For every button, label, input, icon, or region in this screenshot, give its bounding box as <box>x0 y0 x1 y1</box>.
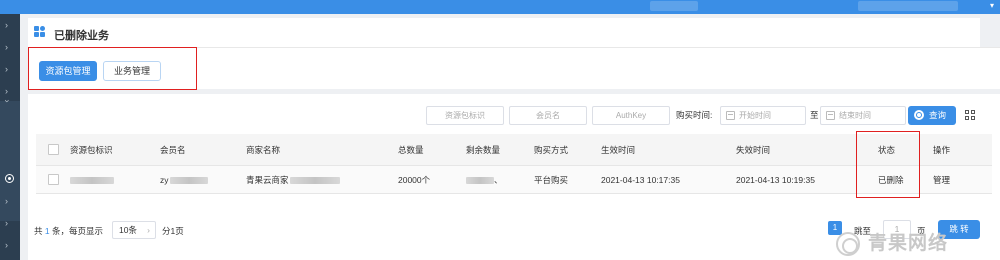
search-icon <box>914 110 924 120</box>
calendar-icon <box>726 111 735 120</box>
table-row[interactable]: zy 青果云商家 20000个 、 平台购买 2021-04-13 10:17:… <box>36 166 992 194</box>
sidebar-active-item-icon[interactable] <box>5 174 14 183</box>
member-input[interactable]: 会员名 <box>509 106 587 125</box>
main-area: 已删除业务 资源包管理 业务管理 资源包标识 会员名 AuthKey 购买时间:… <box>20 14 1000 260</box>
column-header: 商家名称 <box>246 145 281 155</box>
search-button[interactable]: 查询 <box>908 106 956 125</box>
column-header: 生效时间 <box>601 145 636 155</box>
column-header: 失效时间 <box>736 145 771 155</box>
chevron-right-icon[interactable]: › <box>5 20 8 30</box>
expire-time-cell: 2021-04-13 10:19:35 <box>736 175 815 185</box>
data-table: 资源包标识 会员名 商家名称 总数量 剩余数量 购买方式 生效时间 失效时间 状… <box>36 134 992 194</box>
column-header: 购买方式 <box>534 145 569 155</box>
chevron-right-icon[interactable]: › <box>5 196 8 206</box>
top-nav-button[interactable] <box>650 1 698 11</box>
select-all-checkbox[interactable] <box>48 144 59 155</box>
purchase-method-cell: 平台购买 <box>534 175 569 185</box>
chevron-right-icon[interactable]: › <box>5 64 8 74</box>
start-time-placeholder: 开始时间 <box>739 111 771 120</box>
column-header: 操作 <box>933 145 951 155</box>
member-cell: zy <box>160 174 208 186</box>
chevron-down-icon[interactable]: › <box>3 100 13 103</box>
watermark-text: 青果网络 <box>868 233 949 254</box>
authkey-input[interactable]: AuthKey <box>592 106 670 125</box>
chevron-right-icon[interactable]: › <box>5 42 8 52</box>
grid-settings-icon[interactable] <box>965 110 976 121</box>
manage-link[interactable]: 管理 <box>933 174 950 186</box>
effective-time-cell: 2021-04-13 10:17:35 <box>601 175 680 185</box>
sidebar-active-group <box>0 101 20 221</box>
search-button-label: 查询 <box>929 110 947 120</box>
column-header: 会员名 <box>160 145 186 155</box>
watermark: 青果网络 <box>836 228 1000 260</box>
column-header: 剩余数量 <box>466 145 501 155</box>
chevron-right-icon[interactable]: › <box>5 86 8 96</box>
chevron-right-icon: › <box>147 225 150 235</box>
column-header: 资源包标识 <box>70 145 113 155</box>
calendar-icon <box>826 111 835 120</box>
package-id-input[interactable]: 资源包标识 <box>426 106 504 125</box>
table-header: 资源包标识 会员名 商家名称 总数量 剩余数量 购买方式 生效时间 失效时间 状… <box>36 134 992 166</box>
highlight-box <box>856 131 920 198</box>
package-id-cell <box>70 174 114 186</box>
end-time-placeholder: 结束时间 <box>839 111 871 120</box>
end-time-input[interactable]: 结束时间 <box>820 106 906 125</box>
highlight-box <box>28 47 197 90</box>
page-title: 已删除业务 <box>54 30 109 42</box>
range-separator: 至 <box>810 110 819 120</box>
purchase-time-label: 购买时间: <box>676 110 713 120</box>
start-time-input[interactable]: 开始时间 <box>720 106 806 125</box>
total-cell: 20000个 <box>398 175 431 185</box>
watermark-logo-icon <box>836 232 860 256</box>
page-size-select[interactable]: 10条 › <box>112 221 156 239</box>
page-header: 已删除业务 <box>28 18 980 48</box>
top-nav-user[interactable] <box>858 1 958 11</box>
chevron-down-icon[interactable]: ▾ <box>990 0 994 12</box>
column-header: 总数量 <box>398 145 424 155</box>
pages-text: 分1页 <box>162 226 184 236</box>
sidebar: › › › › › › › › <box>0 14 20 260</box>
chevron-right-icon[interactable]: › <box>5 218 8 228</box>
top-nav-bar: ▾ <box>0 0 1000 14</box>
chevron-right-icon[interactable]: › <box>5 240 8 250</box>
merchant-cell: 青果云商家 <box>246 174 340 186</box>
row-checkbox[interactable] <box>48 174 59 185</box>
total-text: 共 1 条，每页显示 <box>34 226 104 236</box>
remaining-cell: 、 <box>466 174 503 186</box>
apps-grid-icon <box>34 26 46 38</box>
